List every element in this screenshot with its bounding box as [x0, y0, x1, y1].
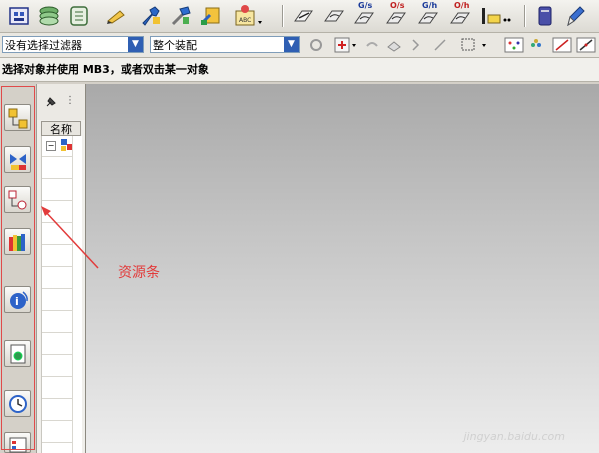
constraint-navigator-tab[interactable] — [4, 146, 31, 173]
watermark: jingyan.baidu.com — [463, 430, 565, 443]
oh-icon[interactable]: O/h — [448, 1, 474, 29]
snap-grid-icon[interactable] — [504, 37, 524, 53]
grid-column-divider — [72, 136, 73, 453]
web-browser-icon: i — [10, 291, 28, 309]
gs-icon[interactable]: G/s — [352, 1, 378, 29]
endpoint-tool-icon[interactable] — [576, 37, 596, 53]
scope-filter-value: 整个装配 — [153, 39, 197, 52]
toolbar-separator — [282, 5, 284, 27]
part-navigator-tab[interactable] — [4, 186, 31, 213]
line-tool-icon[interactable] — [552, 37, 572, 53]
grid-row-line — [42, 266, 72, 267]
measure-icon[interactable] — [478, 3, 518, 29]
resource-bar: i — [0, 84, 36, 453]
pin-icon[interactable] — [45, 96, 57, 108]
assembly-navigator-icon — [8, 108, 28, 129]
chevron-down-icon[interactable]: ▼ — [284, 37, 299, 52]
hammer-icon[interactable] — [168, 3, 194, 29]
part-navigator-icon — [8, 190, 27, 210]
main-toolbar: ABC G/s O/s G/h O/h — [0, 0, 599, 33]
oh-badge: O/h — [454, 1, 470, 10]
grid-row-line — [42, 398, 72, 399]
sketch-icon[interactable] — [292, 3, 318, 29]
snap-point-icon[interactable] — [410, 37, 426, 53]
part-navigator-icon[interactable] — [6, 3, 32, 29]
navigator-panel: ⋮ 名称 − — [36, 84, 86, 453]
type-filter-value: 没有选择过滤器 — [5, 39, 82, 52]
chevron-down-icon[interactable]: ▼ — [128, 37, 143, 52]
status-prompt: 选择对象并使用 MB3，或者双击某一对象 — [0, 58, 599, 82]
snap-curve-icon[interactable] — [432, 37, 448, 53]
grid-row-line — [42, 354, 72, 355]
more-options-icon[interactable]: ⋮ — [65, 95, 75, 106]
assembly-icon[interactable] — [66, 3, 92, 29]
resource-bar-annotation: 资源条 — [118, 265, 160, 281]
selection-toolbar: 没有选择过滤器 ▼ 整个装配 ▼ — [0, 33, 599, 58]
surface-icon[interactable] — [322, 3, 348, 29]
gh-badge: G/h — [422, 1, 438, 10]
gh-icon[interactable]: G/h — [416, 1, 442, 29]
roles-icon — [9, 437, 27, 453]
collapse-icon[interactable]: − — [46, 141, 56, 151]
grid-row-line — [42, 420, 72, 421]
select-all-icon[interactable] — [334, 37, 360, 53]
drafting-icon[interactable]: ABC — [232, 3, 264, 29]
type-filter-select[interactable]: 没有选择过滤器 ▼ — [2, 36, 144, 53]
os-badge: O/s — [390, 1, 405, 10]
grid-row-line — [42, 310, 72, 311]
filter-settings-icon[interactable] — [308, 37, 324, 53]
pencil-icon[interactable] — [104, 3, 130, 29]
column-header-name[interactable]: 名称 — [41, 121, 81, 136]
reuse-library-tab[interactable] — [4, 228, 31, 255]
grid-row-line — [42, 222, 72, 223]
pen-icon[interactable] — [562, 3, 588, 29]
snap-object-icon[interactable] — [386, 37, 402, 53]
toolbar-separator — [524, 5, 526, 27]
undo-select-icon[interactable] — [364, 37, 380, 53]
os-icon[interactable]: O/s — [384, 1, 410, 29]
graphics-window[interactable] — [86, 84, 599, 453]
grid-row-line — [42, 244, 72, 245]
roles-tab[interactable] — [4, 432, 31, 453]
gs-badge: G/s — [358, 1, 373, 10]
history-palette-tab[interactable] — [4, 340, 31, 367]
grid-row-line — [42, 376, 72, 377]
clock-icon — [9, 395, 27, 413]
web-browser-tab[interactable]: i — [4, 286, 31, 313]
box-select-icon[interactable] — [460, 37, 490, 53]
snap-midpoint-icon[interactable] — [528, 37, 544, 53]
grid-row-line — [42, 178, 72, 179]
grid-row-line — [42, 442, 72, 443]
grid-row-line — [42, 332, 72, 333]
assembly-navigator-tab[interactable] — [4, 104, 31, 131]
system-materials-tab[interactable] — [4, 390, 31, 417]
reuse-library-icon — [9, 234, 25, 251]
database-icon[interactable] — [532, 3, 558, 29]
tool-icon[interactable] — [198, 3, 224, 29]
navigator-toolbar: ⋮ — [37, 84, 85, 120]
constraint-navigator-icon — [10, 154, 26, 170]
history-palette-icon — [10, 344, 26, 364]
wrench-icon[interactable] — [138, 3, 164, 29]
grid-row-line — [42, 156, 72, 157]
navigator-tree: − — [41, 136, 82, 453]
layer-icon[interactable] — [36, 3, 62, 29]
grid-row-line — [42, 288, 72, 289]
grid-row-line — [42, 200, 72, 201]
scope-filter-select[interactable]: 整个装配 ▼ — [150, 36, 300, 53]
svg-text:ABC: ABC — [239, 17, 251, 24]
svg-text:i: i — [15, 295, 19, 308]
